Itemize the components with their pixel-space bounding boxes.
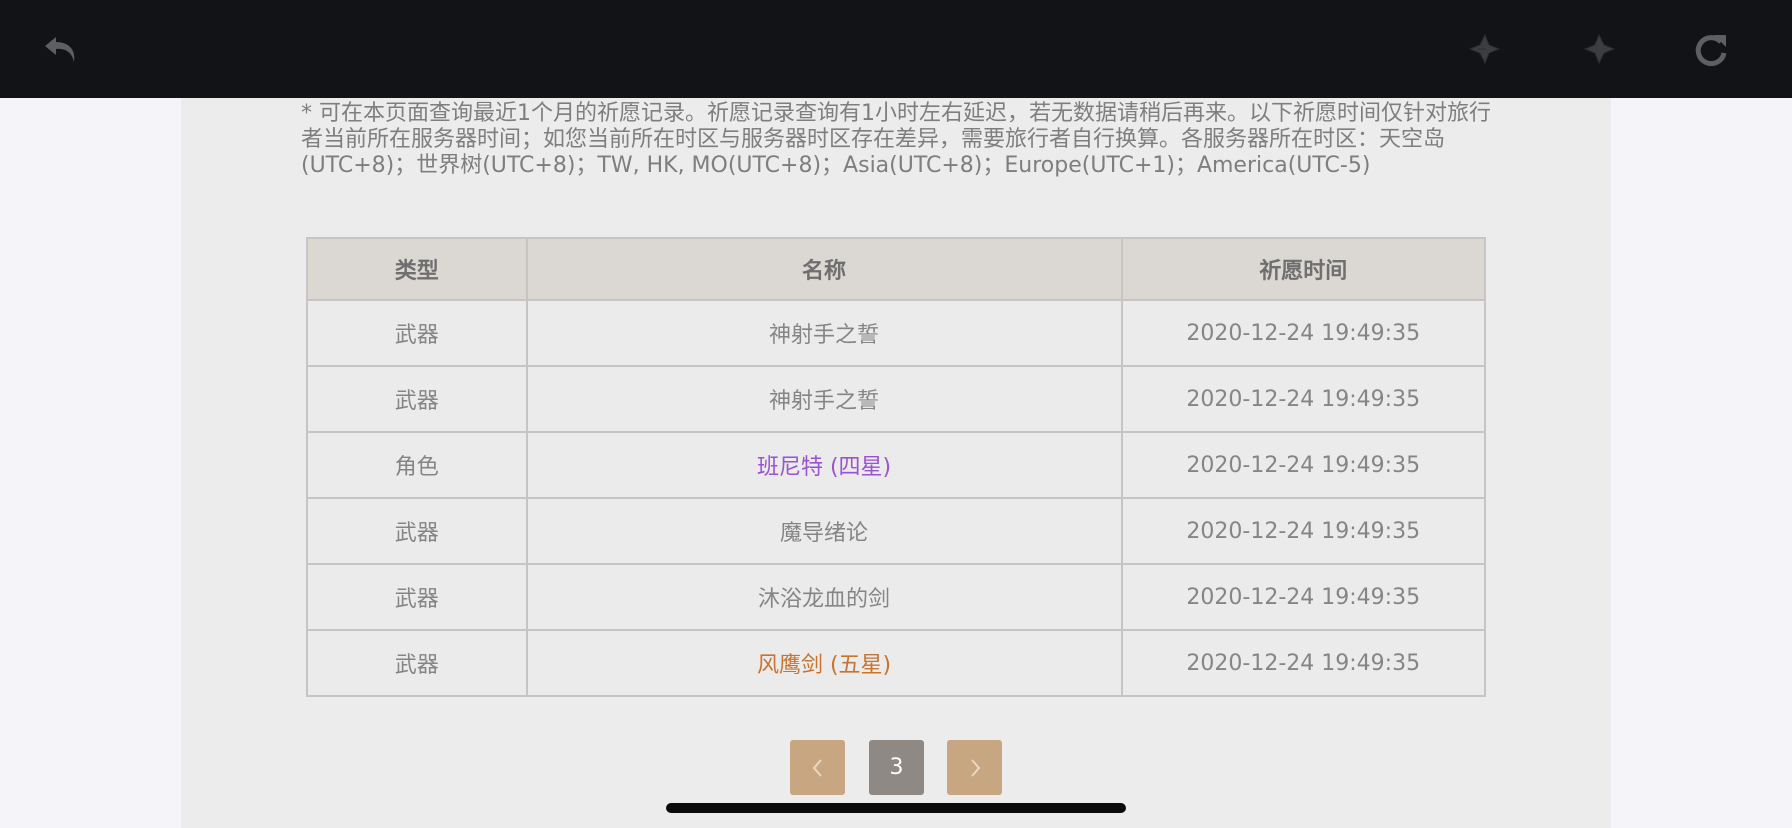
browser-toolbar (0, 0, 1792, 98)
refresh-icon[interactable] (1691, 29, 1731, 69)
sparkle-forward-icon[interactable] (1578, 29, 1618, 69)
cell-name: 风鹰剑 (五星) (525, 629, 1123, 697)
column-header-time: 祈愿时间 (1120, 237, 1486, 301)
cell-time: 2020-12-24 19:49:35 (1120, 365, 1486, 433)
chevron-right-icon (970, 758, 980, 777)
cell-name: 班尼特 (四星) (525, 431, 1123, 499)
cell-type: 武器 (306, 629, 528, 697)
cell-type: 角色 (306, 431, 528, 499)
table-header-row: 类型 名称 祈愿时间 (306, 237, 1486, 301)
cell-type: 武器 (306, 563, 528, 631)
current-page-indicator[interactable]: 3 (869, 740, 924, 795)
wish-records-table: 类型 名称 祈愿时间 武器 神射手之誓 2020-12-24 19:49:35 … (306, 237, 1486, 697)
table-row: 武器 神射手之誓 2020-12-24 19:49:35 (306, 365, 1486, 433)
cell-type: 武器 (306, 299, 528, 367)
next-page-button[interactable] (947, 740, 1002, 795)
chevron-left-icon (812, 758, 822, 777)
cell-name: 神射手之誓 (525, 299, 1123, 367)
table-row: 角色 班尼特 (四星) 2020-12-24 19:49:35 (306, 431, 1486, 499)
prev-page-button[interactable] (790, 740, 845, 795)
cell-time: 2020-12-24 19:49:35 (1120, 431, 1486, 499)
sparkle-back-icon[interactable] (1466, 29, 1506, 69)
cell-time: 2020-12-24 19:49:35 (1120, 299, 1486, 367)
table-row: 武器 神射手之誓 2020-12-24 19:49:35 (306, 299, 1486, 367)
cell-name: 魔导绪论 (525, 497, 1123, 565)
column-header-type: 类型 (306, 237, 528, 301)
table-row: 武器 风鹰剑 (五星) 2020-12-24 19:49:35 (306, 629, 1486, 697)
cell-name: 沐浴龙血的剑 (525, 563, 1123, 631)
column-header-name: 名称 (525, 237, 1123, 301)
cell-time: 2020-12-24 19:49:35 (1120, 563, 1486, 631)
cell-time: 2020-12-24 19:49:35 (1120, 629, 1486, 697)
table-row: 武器 魔导绪论 2020-12-24 19:49:35 (306, 497, 1486, 565)
cell-type: 武器 (306, 365, 528, 433)
cell-time: 2020-12-24 19:49:35 (1120, 497, 1486, 565)
home-indicator (666, 803, 1126, 813)
notice-text: * 可在本页面查询最近1个月的祈愿记录。祈愿记录查询有1小时左右延迟，若无数据请… (301, 101, 1491, 178)
table-row: 武器 沐浴龙血的剑 2020-12-24 19:49:35 (306, 563, 1486, 631)
cell-name: 神射手之誓 (525, 365, 1123, 433)
undo-arrow-icon[interactable] (41, 29, 81, 69)
cell-type: 武器 (306, 497, 528, 565)
